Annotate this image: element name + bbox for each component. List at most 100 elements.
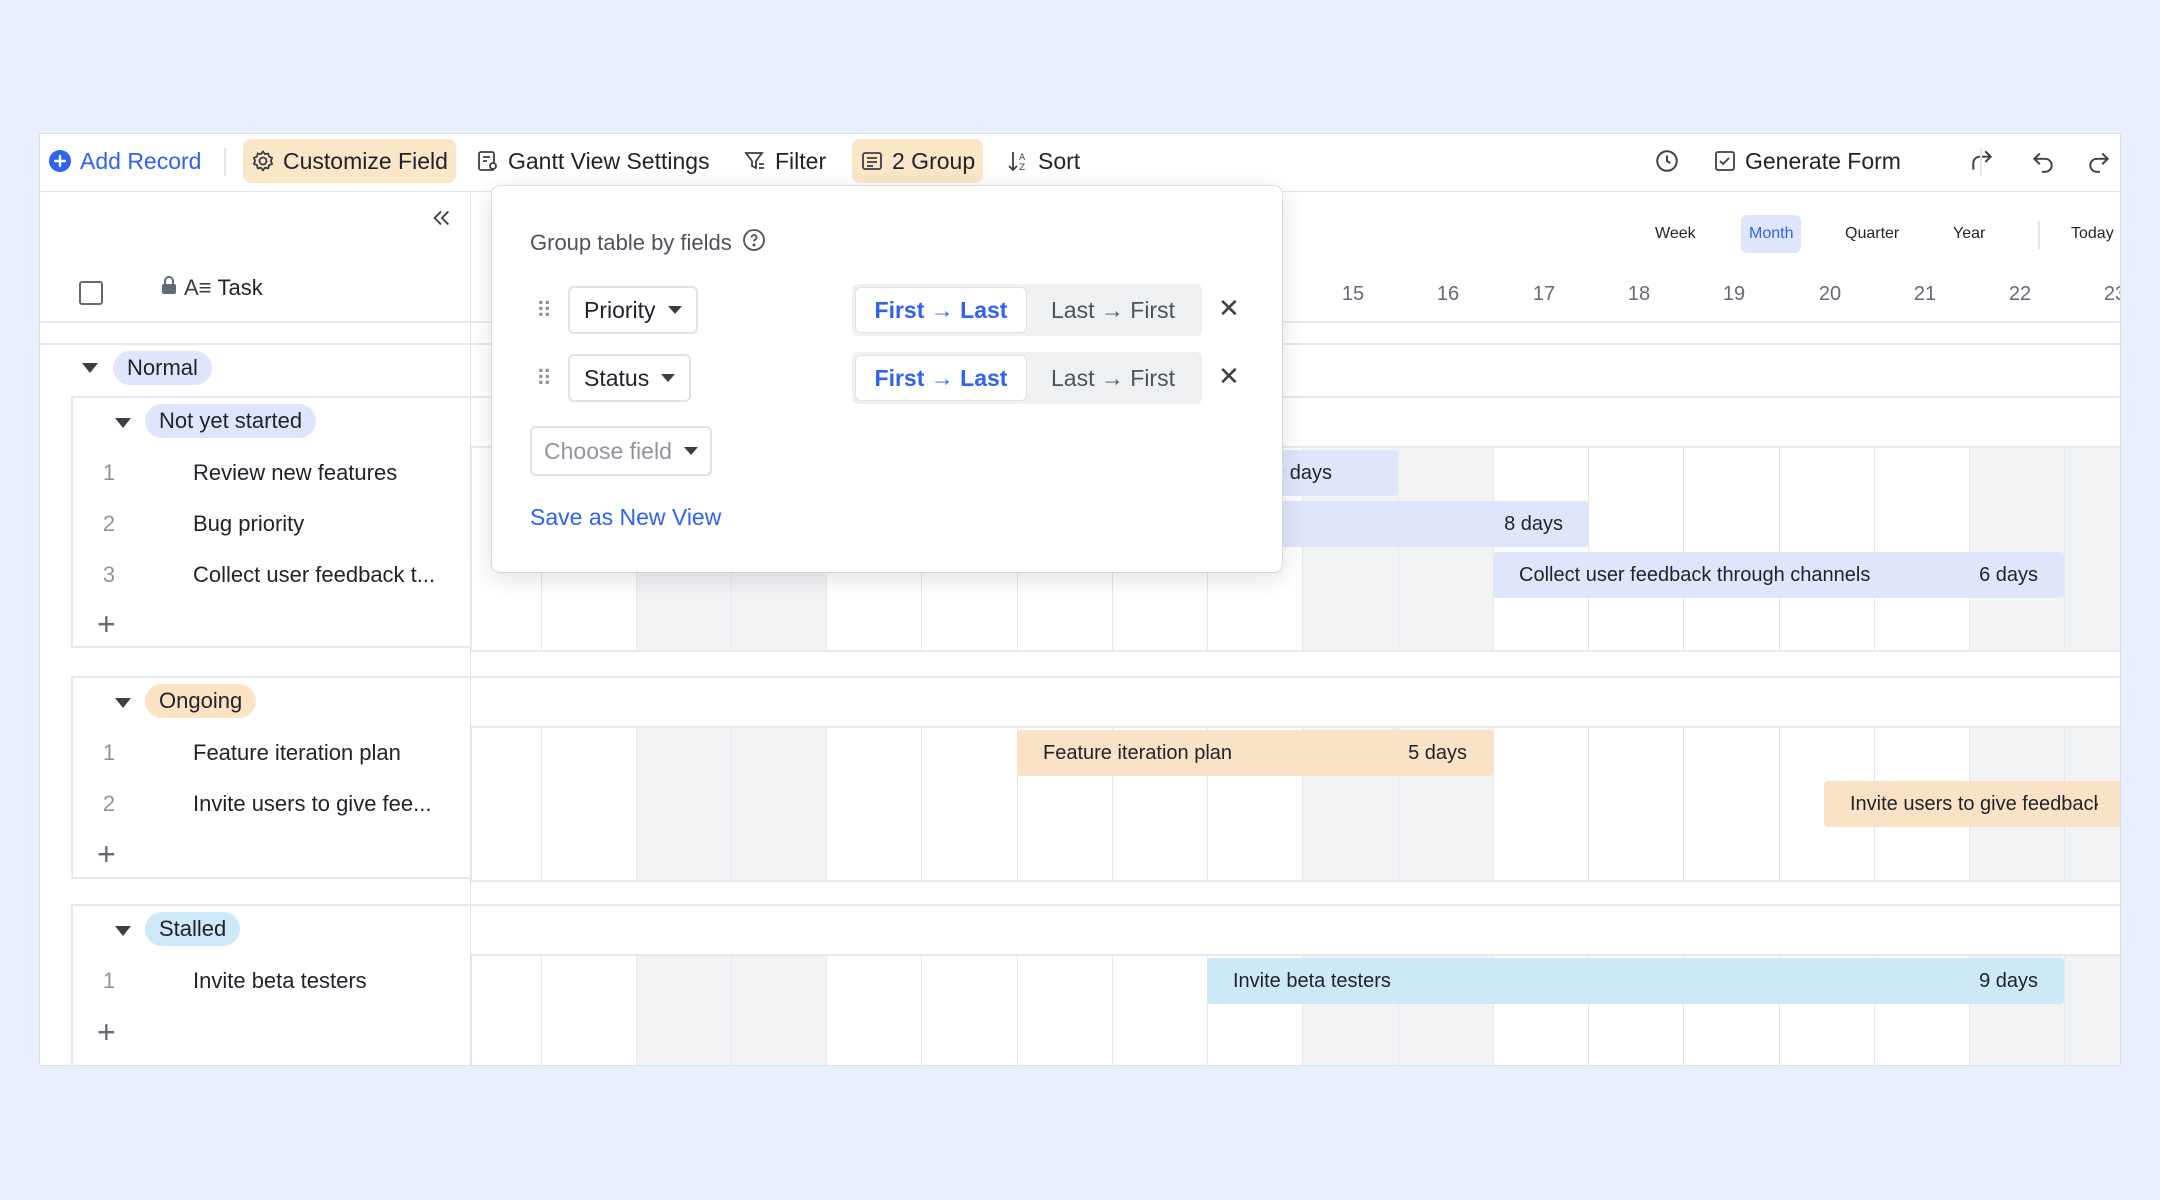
select-all-checkbox[interactable] — [79, 281, 103, 305]
order-last-to-first[interactable]: Last → First — [1028, 356, 1198, 400]
task-cell[interactable]: Invite beta testers — [193, 968, 367, 994]
day-label: 22 — [2008, 283, 2032, 305]
gantt-bar-invite-beta-testers[interactable]: Invite beta testers 9 days — [1207, 958, 2064, 1004]
day-column — [541, 728, 637, 880]
group-field-select-status[interactable]: Status — [568, 354, 692, 402]
toolbar: Add Record Customize Field Gantt View Se… — [40, 134, 2120, 192]
row-number: 3 — [102, 562, 116, 587]
row-number: 1 — [102, 460, 116, 485]
collapse-pane-button[interactable] — [430, 207, 452, 234]
task-cell[interactable]: Invite users to give fee... — [193, 791, 431, 817]
group-label-normal: Normal — [113, 351, 212, 385]
customize-field-label: Customize Field — [283, 147, 448, 174]
task-cell[interactable]: Collect user feedback t... — [193, 562, 435, 588]
view-divider — [2038, 221, 2040, 249]
day-column — [1683, 448, 1780, 650]
bar-duration: 8 days — [1504, 512, 1563, 535]
gantt-view-settings-label: Gantt View Settings — [508, 147, 710, 174]
remove-rule-button[interactable]: ✕ — [1218, 361, 1240, 392]
bar-label: Collect user feedback through channels — [1519, 563, 1871, 586]
generate-form-button[interactable]: Generate Form — [1705, 139, 1909, 183]
today-button[interactable]: Today — [2063, 215, 2120, 253]
filter-button[interactable]: Filter — [735, 139, 834, 183]
order-from-label: First — [874, 365, 925, 391]
order-last-to-first[interactable]: Last → First — [1028, 288, 1198, 332]
add-row-button[interactable]: + — [97, 1016, 116, 1048]
help-icon[interactable] — [742, 228, 766, 258]
sort-button[interactable]: AZ Sort — [998, 139, 1088, 183]
row-number: 2 — [102, 511, 116, 536]
day-label: 21 — [1913, 283, 1937, 305]
add-row-button[interactable]: + — [97, 608, 116, 640]
task-cell[interactable]: Review new features — [193, 460, 397, 486]
view-quarter-tab[interactable]: Quarter — [1837, 215, 1907, 253]
task-cell[interactable]: Feature iteration plan — [193, 740, 401, 766]
add-row-button[interactable]: + — [97, 838, 116, 870]
add-record-button[interactable]: Add Record — [40, 139, 209, 183]
task-column-header[interactable]: A≡ Task — [160, 275, 263, 301]
timeline-band: Invite beta testers 9 days — [471, 954, 2120, 1065]
group-list-icon — [860, 149, 884, 173]
group-field-select-priority[interactable]: Priority — [568, 286, 698, 334]
collapse-group-icon[interactable] — [82, 363, 98, 373]
record-list-pane: A≡ Task Normal Not yet started 1 Review … — [40, 191, 471, 1065]
gantt-view-settings-button[interactable]: Gantt View Settings — [468, 139, 718, 183]
subgroup-stalled: Stalled 1 Invite beta testers + — [71, 904, 471, 1065]
day-label: 18 — [1627, 283, 1651, 305]
order-to-label: First — [1130, 365, 1175, 391]
close-icon: ✕ — [1218, 361, 1240, 391]
choose-field-select[interactable]: Choose field — [530, 426, 712, 476]
view-year-tab[interactable]: Year — [1945, 215, 1993, 253]
customize-field-button[interactable]: Customize Field — [243, 139, 456, 183]
view-month-tab[interactable]: Month — [1741, 215, 1802, 253]
day-column — [1493, 728, 1589, 880]
drag-handle-icon[interactable]: ⠿ — [536, 366, 552, 392]
order-from-label: First — [874, 297, 925, 323]
order-to-label: First — [1130, 297, 1175, 323]
bar-duration: 6 days — [1979, 563, 2038, 586]
day-column — [826, 728, 922, 880]
group-button[interactable]: 2 Group — [852, 139, 984, 183]
weekend-column — [2064, 956, 2120, 1065]
popup-title: Group table by fields — [530, 228, 766, 258]
redo-button[interactable] — [2078, 139, 2120, 183]
field-select-value: Status — [584, 364, 650, 391]
day-column — [921, 728, 1018, 880]
plus-circle-icon — [48, 149, 72, 173]
task-header-label: Task — [217, 275, 263, 300]
filter-label: Filter — [775, 147, 827, 174]
day-label: 16 — [1436, 283, 1460, 305]
save-as-new-view-link[interactable]: Save as New View — [530, 504, 721, 531]
chevron-down-icon — [661, 374, 676, 382]
chevron-down-icon — [667, 306, 682, 314]
gear-icon — [251, 149, 275, 173]
day-column — [1588, 448, 1684, 650]
collapse-subgroup-icon[interactable] — [115, 418, 131, 428]
drag-handle-icon[interactable]: ⠿ — [536, 298, 552, 324]
order-first-to-last[interactable]: First → Last — [856, 288, 1026, 332]
task-cell[interactable]: Bug priority — [193, 511, 304, 537]
collapse-subgroup-icon[interactable] — [115, 698, 131, 708]
remove-rule-button[interactable]: ✕ — [1218, 293, 1240, 324]
gantt-bar-collect-feedback[interactable]: Collect user feedback through channels 6… — [1493, 552, 2064, 598]
order-to-label: Last — [960, 297, 1008, 323]
undo-button[interactable] — [2022, 139, 2064, 183]
gantt-bar-invite-users[interactable]: Invite users to give feedback on ou — [1824, 781, 2120, 827]
gantt-bar-feature-iteration-plan[interactable]: Feature iteration plan 5 days — [1017, 730, 1493, 776]
group-label: 2 Group — [892, 147, 976, 174]
arrow-right-icon: → — [930, 365, 961, 391]
choose-field-placeholder: Choose field — [544, 437, 672, 464]
row-number: 2 — [102, 791, 116, 816]
day-column — [1874, 448, 1970, 650]
view-week-tab[interactable]: Week — [1647, 215, 1704, 253]
lock-icon — [160, 275, 178, 301]
weekend-column — [1398, 448, 1494, 650]
share-button[interactable] — [1961, 139, 2003, 183]
order-first-to-last[interactable]: First → Last — [856, 356, 1026, 400]
toolbar-divider — [224, 148, 226, 176]
generate-form-label: Generate Form — [1745, 147, 1901, 174]
history-button[interactable] — [1646, 139, 1688, 183]
collapse-subgroup-icon[interactable] — [115, 926, 131, 936]
filter-icon — [743, 149, 767, 173]
subgroup-ongoing: Ongoing 1 Feature iteration plan 2 Invit… — [71, 676, 471, 879]
